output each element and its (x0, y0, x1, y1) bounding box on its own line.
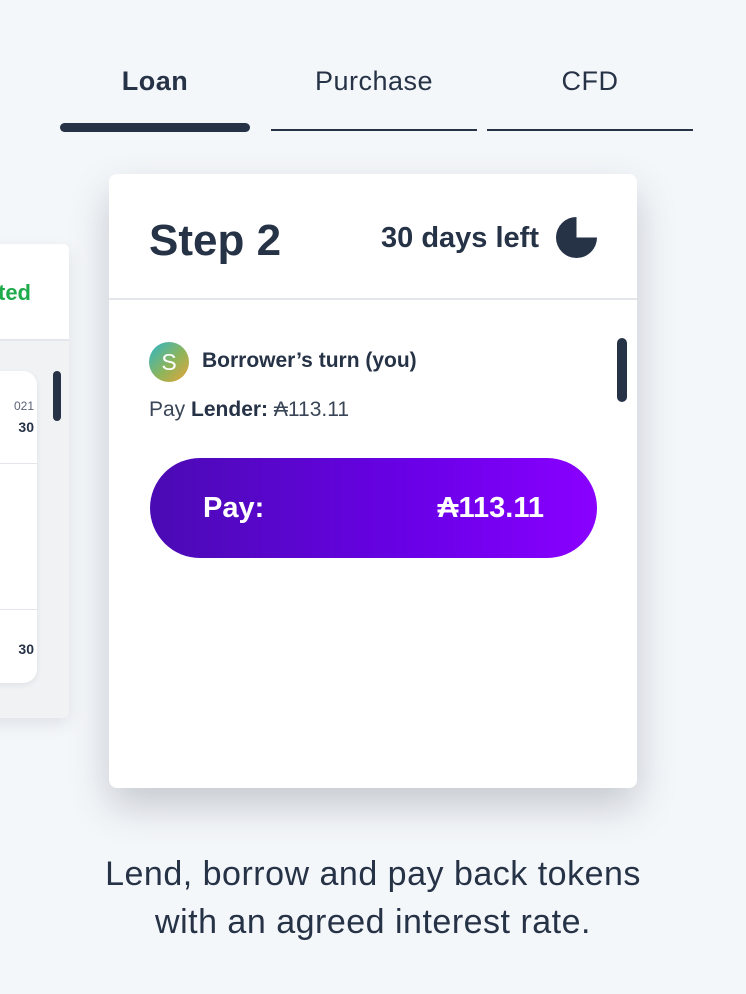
tab-cfd-underline (487, 129, 693, 131)
value-text: 30 (18, 641, 34, 657)
scrollbar-thumb[interactable] (53, 371, 61, 421)
step-card: Step 2 30 days left S Borrower’s turn (y… (109, 174, 637, 788)
pay-prefix: Pay (149, 398, 186, 421)
tab-purchase[interactable]: Purchase (271, 60, 477, 135)
tab-cfd-label: CFD (561, 66, 619, 96)
days-left-label: 30 days left (381, 222, 539, 254)
payment-instruction: Pay Lender: ₳113.11 (149, 398, 349, 422)
step-card-header: Step 2 30 days left (109, 174, 637, 300)
previous-step-card[interactable]: ted 021 30 30 (0, 244, 69, 718)
feature-caption: Lend, borrow and pay back tokens with an… (0, 850, 746, 946)
pie-clock-icon (556, 217, 597, 258)
value-text: 30 (18, 419, 34, 435)
date-text: 021 (13, 399, 34, 413)
pay-button-label: Pay: (203, 492, 265, 524)
tab-cfd[interactable]: CFD (487, 60, 693, 135)
pay-party: Lender: (191, 398, 269, 421)
turn-label: Borrower’s turn (you) (202, 349, 417, 372)
previous-step-card-header: ted (0, 244, 69, 341)
step-title: Step 2 (149, 216, 282, 265)
tab-bar: Loan Purchase CFD (60, 60, 693, 135)
avatar: S (149, 342, 189, 382)
step-card-body: S Borrower’s turn (you) Pay Lender: ₳113… (109, 300, 637, 788)
tab-loan-label: Loan (121, 66, 189, 96)
divider (0, 609, 37, 610)
tab-purchase-label: Purchase (314, 66, 434, 96)
status-label: ted (0, 280, 31, 305)
pay-button-amount: ₳113.11 (437, 492, 544, 524)
pay-amount: ₳113.11 (273, 398, 350, 421)
scrollbar-thumb[interactable] (617, 338, 627, 402)
divider (0, 463, 37, 464)
caption-line-1: Lend, borrow and pay back tokens (105, 855, 641, 893)
caption-line-2: with an agreed interest rate. (155, 903, 591, 941)
previous-step-details: 021 30 30 (0, 371, 37, 683)
tab-purchase-underline (271, 129, 477, 131)
tab-loan[interactable]: Loan (60, 60, 250, 135)
pay-button[interactable]: Pay: ₳113.11 (150, 458, 597, 558)
tab-loan-underline (60, 123, 250, 132)
